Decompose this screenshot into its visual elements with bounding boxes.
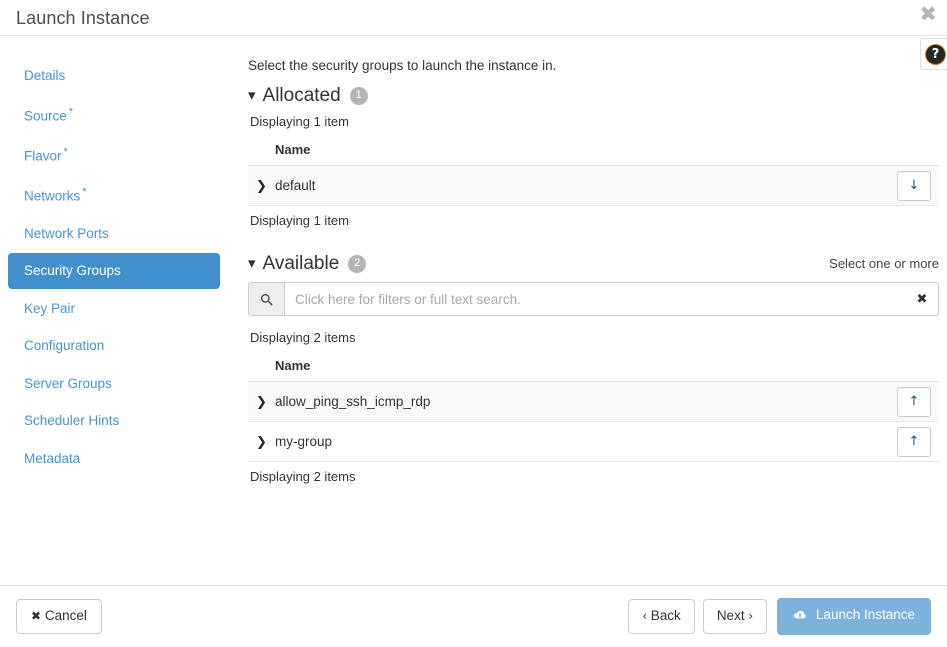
chevron-down-icon[interactable]: ▾ — [248, 256, 256, 271]
column-header-name: Name — [248, 135, 883, 166]
cloud-upload-icon — [793, 609, 807, 625]
available-title: Available — [263, 254, 340, 273]
column-header-name: Name — [248, 351, 883, 382]
sidebar-item-label: Networks — [24, 188, 80, 203]
cancel-button[interactable]: ✖ Cancel — [16, 599, 102, 633]
allocate-button[interactable]: ↑ — [897, 387, 931, 417]
sidebar-item-key-pair[interactable]: Key Pair — [8, 291, 220, 327]
cancel-button-label: Cancel — [45, 608, 87, 623]
help-button[interactable]: ? — [920, 38, 947, 70]
next-button-label: Next — [717, 608, 745, 623]
sidebar-item-configuration[interactable]: Configuration — [8, 328, 220, 364]
help-icon: ? — [926, 45, 945, 64]
sidebar-item-label: Source — [24, 108, 67, 123]
sidebar-item-label: Configuration — [24, 338, 104, 353]
available-table: Name ❯allow_ping_ssh_icmp_rdp ↑ — [248, 351, 939, 462]
sidebar-item-scheduler-hints[interactable]: Scheduler Hints — [8, 403, 220, 439]
deallocate-button[interactable]: ↓ — [897, 171, 931, 201]
table-row[interactable]: ❯default ↓ — [248, 166, 939, 206]
back-button-label: Back — [651, 608, 681, 623]
back-button[interactable]: ‹ Back — [628, 599, 695, 633]
available-section-header[interactable]: ▾ Available 2 Select one or more — [248, 254, 939, 273]
allocated-count-badge: 1 — [350, 87, 368, 105]
allocated-section-header[interactable]: ▾ Allocated 1 — [248, 86, 939, 105]
available-displaying-bottom: Displaying 2 items — [250, 469, 939, 484]
sidebar-item-source[interactable]: Source* — [8, 96, 220, 134]
available-row-action-cell: ↑ — [883, 382, 939, 422]
security-group-name: default — [275, 178, 316, 193]
available-displaying-top: Displaying 2 items — [250, 330, 939, 345]
chevron-right-icon[interactable]: ❯ — [256, 435, 275, 450]
chevron-right-icon[interactable]: ❯ — [256, 395, 275, 410]
sidebar-item-metadata[interactable]: Metadata — [8, 441, 220, 477]
modal-header: Launch Instance ✖ — [0, 0, 947, 36]
table-row[interactable]: ❯allow_ping_ssh_icmp_rdp ↑ — [248, 382, 939, 422]
allocated-title: Allocated — [263, 86, 341, 105]
sidebar-item-network-ports[interactable]: Network Ports — [8, 216, 220, 252]
available-row-name-cell: ❯allow_ping_ssh_icmp_rdp — [248, 382, 883, 422]
sidebar-item-label: Flavor — [24, 148, 62, 163]
table-header-row: Name — [248, 351, 939, 382]
next-button[interactable]: Next › — [703, 599, 767, 633]
allocated-displaying-top: Displaying 1 item — [250, 114, 939, 129]
wizard-sidebar: Details Source* Flavor* Networks* Networ… — [0, 36, 228, 585]
available-hint: Select one or more — [829, 256, 939, 271]
allocated-row-action-cell: ↓ — [883, 166, 939, 206]
close-icon[interactable]: ✖ — [919, 4, 937, 25]
close-x-icon: ✖ — [31, 609, 41, 623]
sidebar-item-label: Security Groups — [24, 263, 121, 278]
sidebar-item-details[interactable]: Details — [8, 58, 220, 94]
search-input[interactable] — [285, 283, 906, 315]
required-asterisk: * — [69, 106, 73, 118]
panel-description: Select the security groups to launch the… — [248, 58, 939, 73]
column-header-action — [883, 135, 939, 166]
clear-search-icon[interactable]: ✖ — [906, 283, 938, 315]
launch-instance-modal: Launch Instance ✖ ? Details Source* Flav… — [0, 0, 947, 647]
allocated-row-name-cell: ❯default — [248, 166, 883, 206]
sidebar-item-label: Scheduler Hints — [24, 413, 119, 428]
sidebar-item-server-groups[interactable]: Server Groups — [8, 366, 220, 402]
launch-instance-label: Launch Instance — [816, 607, 915, 622]
modal-footer: ✖ Cancel ‹ Back Next › Launch Instance — [0, 585, 947, 647]
sidebar-item-label: Server Groups — [24, 376, 112, 391]
available-row-name-cell: ❯my-group — [248, 422, 883, 462]
page-title: Launch Instance — [16, 9, 150, 27]
search-icon — [249, 283, 285, 315]
launch-instance-button[interactable]: Launch Instance — [777, 598, 931, 634]
allocated-table: Name ❯default ↓ — [248, 135, 939, 206]
required-asterisk: * — [64, 146, 68, 158]
sidebar-item-security-groups[interactable]: Security Groups — [8, 253, 220, 289]
column-header-action — [883, 351, 939, 382]
allocated-displaying-bottom: Displaying 1 item — [250, 213, 939, 228]
sidebar-item-label: Key Pair — [24, 301, 75, 316]
security-group-name: allow_ping_ssh_icmp_rdp — [275, 394, 430, 409]
table-row[interactable]: ❯my-group ↑ — [248, 422, 939, 462]
allocate-button[interactable]: ↑ — [897, 427, 931, 457]
chevron-right-icon[interactable]: ❯ — [256, 179, 275, 194]
sidebar-item-label: Details — [24, 68, 65, 83]
chevron-right-icon: › — [748, 609, 753, 623]
security-group-name: my-group — [275, 434, 332, 449]
required-asterisk: * — [82, 186, 86, 198]
table-header-row: Name — [248, 135, 939, 166]
chevron-down-icon[interactable]: ▾ — [248, 88, 256, 103]
available-count-badge: 2 — [348, 255, 366, 273]
security-groups-panel: Select the security groups to launch the… — [228, 36, 947, 585]
modal-body: Details Source* Flavor* Networks* Networ… — [0, 36, 947, 585]
sidebar-item-flavor[interactable]: Flavor* — [8, 136, 220, 174]
sidebar-item-networks[interactable]: Networks* — [8, 176, 220, 214]
sidebar-item-label: Network Ports — [24, 226, 109, 241]
chevron-left-icon: ‹ — [642, 609, 647, 623]
sidebar-item-label: Metadata — [24, 451, 80, 466]
available-row-action-cell: ↑ — [883, 422, 939, 462]
search-bar[interactable]: ✖ — [248, 282, 939, 316]
